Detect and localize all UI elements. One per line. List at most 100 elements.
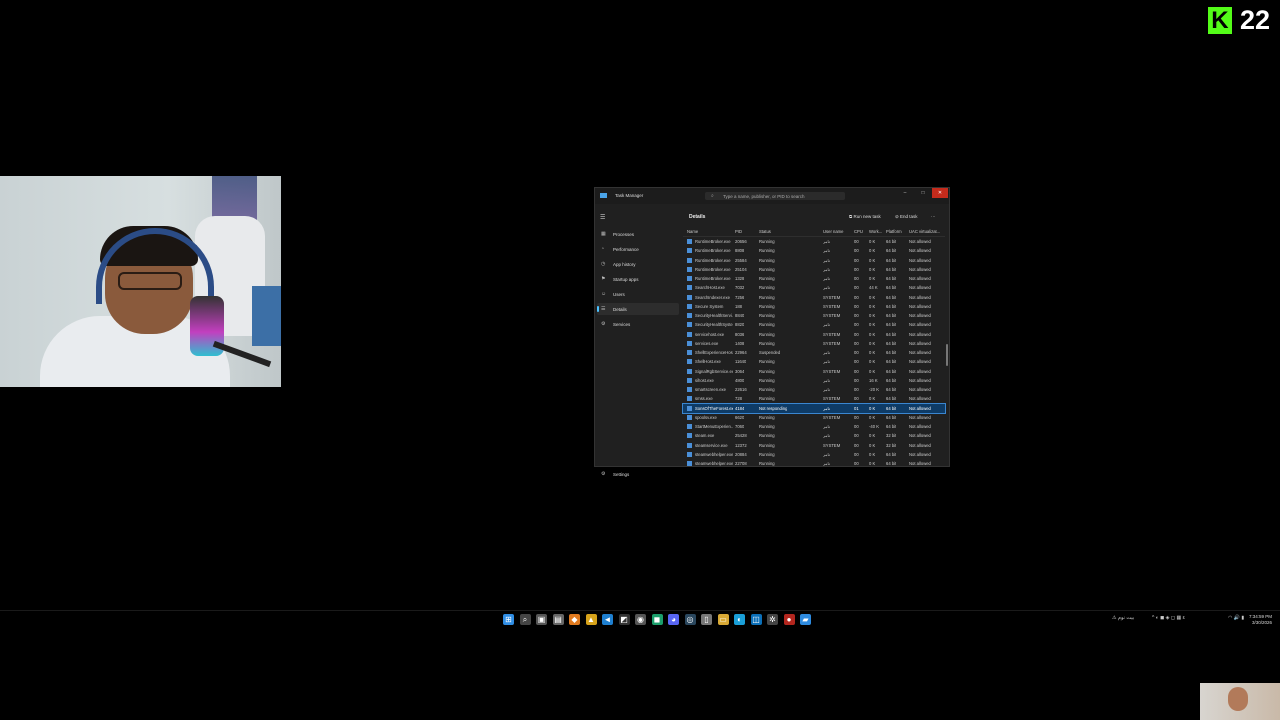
table-cell: Not allowed [909,451,931,457]
process-icon [687,276,692,281]
vscode-icon[interactable]: ◄ [602,614,613,625]
clock[interactable]: 7:34:59 PM 3/30/2026 [1249,614,1272,626]
table-row[interactable]: SecurityHealthSyste... 8820 Running تامر 00 0… [683,320,945,329]
explorer-icon[interactable]: ▭ [717,614,729,625]
network-volume-icons[interactable]: ◠ 🔊 ▮ [1228,615,1244,621]
title-bar[interactable]: Task Manager ⌕ Type a name, publisher, o… [595,188,949,204]
table-row[interactable]: sihost.exe 4800 Running تامر 00 16 K 64 bit Not… [683,376,945,385]
table-row[interactable]: RuntimeBroker.exe 1328 Running تامر 00 0 K 64 … [683,274,945,283]
start-icon[interactable]: ⊞ [503,614,514,625]
table-row[interactable]: ShellExperienceHos... 22964 Suspended تامر 0… [683,348,945,357]
process-icon [687,442,692,448]
app-history-icon: ◷ [601,261,606,267]
table-cell: 00 [854,350,859,355]
table-row[interactable]: RuntimeBroker.exe 25104 Running تامر 00 0 K 64… [683,265,945,274]
column-header[interactable]: PID [735,229,742,234]
gear-icon[interactable]: ✲ [767,614,778,625]
table-row[interactable]: services.exe 1408 Running SYSTEM 00 0 K 64 bit… [683,339,945,348]
table-row[interactable]: Secure System 188 Running SYSTEM 00 0 K 64 bit… [683,302,945,311]
app-orange-icon[interactable]: ◆ [569,614,580,625]
sidebar-item-processes[interactable]: ▦ Processes [597,228,679,240]
app-yellow-icon[interactable]: ▲ [585,614,597,625]
table-cell: SYSTEM [823,442,841,448]
notepad-icon[interactable]: ▯ [701,614,712,625]
table-cell: 64 bit [886,239,897,244]
process-icon [687,303,692,309]
column-header[interactable]: Status [759,229,771,234]
app-red-icon[interactable]: ● [783,614,795,625]
app-green-icon[interactable]: ◼ [651,614,663,625]
hamburger-menu-icon[interactable]: ☰ [600,214,605,221]
task-view-icon[interactable]: ▣ [536,614,547,625]
process-icon [687,461,692,466]
table-cell: Not allowed [909,359,931,365]
table-cell: 00 [854,414,859,420]
sidebar-item-performance[interactable]: ◔ Performance [597,243,679,255]
close-button[interactable]: ✕ [932,188,948,198]
sidebar-item-users[interactable]: ☺ Users [597,288,679,300]
sidebar-item-settings[interactable]: ⚙ Settings [597,468,679,480]
table-row[interactable]: RuntimeBroker.exe 8808 Running تامر 00 0 K 64 … [683,246,945,255]
search-input[interactable]: ⌕ Type a name, publisher, or PID to sear… [705,192,845,200]
table-row[interactable]: SecurityHealthServi... 8840 Running SYSTEM 0… [683,311,945,320]
task-manager-icon[interactable]: ▰ [800,614,811,625]
table-row[interactable]: steamwebhelper.exe 22708 Running تامر 00 0 K 6… [683,459,945,468]
table-row[interactable]: RuntimeBroker.exe 20656 Running تامر 00 0 K 64… [683,237,945,246]
scrollbar[interactable] [946,344,948,366]
weather-widget[interactable]: ⚠ بيت نوم [1112,615,1134,621]
maximize-button[interactable]: □ [915,188,931,198]
table-row[interactable]: SearchIndexer.exe 7256 Running SYSTEM 00 0 K 6… [683,293,945,302]
table-cell: 00 [854,396,859,402]
table-cell: 6620 [735,414,745,420]
system-tray-icons[interactable]: ^ ◐ ◼ ◈ ◻ ▦ ε [1152,615,1185,621]
table-row[interactable]: smartscreen.exe 22616 Running تامر 00 -20 K 64… [683,385,945,394]
column-header[interactable]: Name [687,229,698,234]
table-row[interactable]: StartMenuExperien... 7060 Running تامر 00 -40… [683,422,945,431]
discord-icon[interactable]: ◕ [668,614,679,625]
sidebar-item-details[interactable]: ☰ Details [597,303,679,315]
process-icon [687,377,692,383]
table-row[interactable]: steamservice.exe 12372 Running SYSTEM 00 0 K 3… [683,441,945,450]
steam-icon[interactable]: ◎ [684,614,696,625]
table-cell: 00 [854,294,859,300]
users-icon: ☺ [601,291,607,297]
table-row[interactable]: steam.exe 25428 Running تامر 00 0 K 32 bit Not … [683,431,945,440]
table-cell: Running [759,266,775,272]
minimize-button[interactable]: – [897,188,913,198]
app-dark-icon[interactable]: ◩ [618,614,630,625]
sidebar-item-app-history[interactable]: ◷ App history [597,258,679,270]
table-row[interactable]: RuntimeBroker.exe 25584 Running تامر 00 0 K 64… [683,256,945,265]
table-row[interactable]: steamwebhelper.exe 20884 Running تامر 00 0 K 6… [683,450,945,459]
table-row[interactable]: servicehost.exe 8036 Running SYSTEM 00 0 K 64 … [683,330,945,339]
sidebar-item-services[interactable]: ⚙ Services [597,318,679,330]
table-row[interactable]: SignalRgbService.exe 3064 Running SYSTEM 00 0… [683,367,945,376]
table-row[interactable]: SonsOfTheForest.exe 4184 Not responding تام… [682,402,946,414]
run-new-task-button[interactable]: ⧉ Run new task [849,214,881,219]
column-header[interactable]: Work... [869,229,882,234]
table-cell: Running [759,387,775,392]
end-task-button[interactable]: ⊘ End task [895,214,918,220]
files-icon[interactable]: ▤ [552,614,564,625]
sidebar-item-startup-apps[interactable]: ⚑ Startup apps [597,273,679,285]
table-cell: 00 [854,424,859,429]
table-cell: 32 bit [886,442,897,448]
table-row[interactable]: smss.exe 728 Running SYSTEM 00 0 K 64 bit Not a… [683,394,945,403]
column-header[interactable]: UAC virtualizat... [909,229,940,234]
column-header[interactable]: CPU [854,229,863,234]
table-cell: تامر [823,322,830,328]
table-cell: 0 K [869,266,876,272]
more-options-button[interactable]: ⋯ [931,214,936,220]
table-row[interactable]: SearchHost.exe 7032 Running تامر 00 44 K 64 bi… [683,283,945,292]
search-icon[interactable]: ⌕ [519,614,531,625]
table-row[interactable]: ShellHost.exe 11640 Running تامر 00 0 K 64 bit… [683,357,945,366]
store-icon[interactable]: ◫ [750,614,762,625]
table-cell: ShellExperienceHos... [695,350,733,355]
column-header[interactable]: Platform [886,229,902,234]
table-cell: ShellHost.exe [695,359,721,365]
process-table: RuntimeBroker.exe 20656 Running تامر 00 0 K 64… [682,237,946,468]
table-row[interactable]: spoolsv.exe 6620 Running SYSTEM 00 0 K 64 bit N… [683,413,945,422]
process-icon [687,322,692,328]
chrome-icon[interactable]: ◉ [635,614,646,625]
edge-icon[interactable]: ◐ [734,614,745,625]
column-header[interactable]: User name [823,229,843,234]
